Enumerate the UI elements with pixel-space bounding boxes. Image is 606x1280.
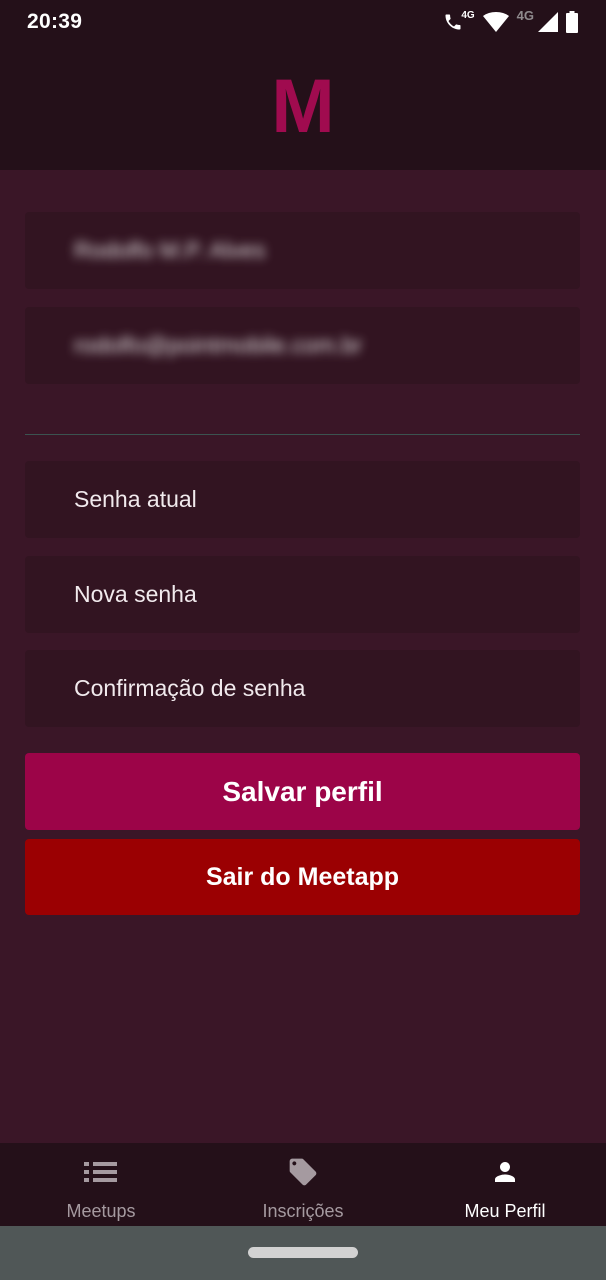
wifi-icon <box>482 12 509 32</box>
system-nav-bar <box>0 1226 606 1280</box>
profile-form: Rodolfo M.P. Alves rodolfo@pointmobile.c… <box>0 170 606 1143</box>
confirm-password-placeholder: Confirmação de senha <box>74 675 306 701</box>
status-time: 20:39 <box>27 10 83 33</box>
4g-signal-icon: 4G <box>517 8 558 32</box>
save-profile-button[interactable]: Salvar perfil <box>25 753 580 830</box>
nav-item-meetups[interactable]: Meetups <box>0 1143 202 1226</box>
battery-icon <box>566 11 578 33</box>
nav-label-meu-perfil: Meu Perfil <box>464 1201 546 1221</box>
app-header: M <box>0 44 606 170</box>
status-bar: 20:39 4G 4G <box>0 0 606 44</box>
bottom-nav: Meetups Inscrições Meu Perfil <box>0 1143 606 1226</box>
email-value: rodolfo@pointmobile.com.br <box>74 332 362 358</box>
current-password-field[interactable]: Senha atual <box>25 461 580 538</box>
nav-item-inscricoes[interactable]: Inscrições <box>202 1143 404 1226</box>
name-value: Rodolfo M.P. Alves <box>74 237 266 263</box>
nav-label-meetups: Meetups <box>66 1201 136 1221</box>
status-icons: 4G 4G <box>443 8 578 33</box>
person-icon <box>490 1157 520 1187</box>
new-password-field[interactable]: Nova senha <box>25 556 580 633</box>
logout-button[interactable]: Sair do Meetapp <box>25 839 580 915</box>
tag-icon <box>287 1157 319 1187</box>
call-network-label: 4G <box>461 10 475 21</box>
email-field[interactable]: rodolfo@pointmobile.com.br <box>25 307 580 384</box>
signal-network-label: 4G <box>516 8 534 23</box>
confirm-password-field[interactable]: Confirmação de senha <box>25 650 580 727</box>
nav-label-inscricoes: Inscrições <box>262 1201 344 1221</box>
home-gesture-pill[interactable] <box>248 1247 358 1258</box>
nav-item-meu-perfil[interactable]: Meu Perfil <box>404 1143 606 1226</box>
new-password-placeholder: Nova senha <box>74 581 197 607</box>
list-icon <box>84 1157 118 1187</box>
volte-call-icon: 4G <box>443 10 475 32</box>
name-field[interactable]: Rodolfo M.P. Alves <box>25 212 580 289</box>
form-divider <box>25 434 580 435</box>
current-password-placeholder: Senha atual <box>74 486 197 512</box>
app-logo: M <box>271 64 335 149</box>
